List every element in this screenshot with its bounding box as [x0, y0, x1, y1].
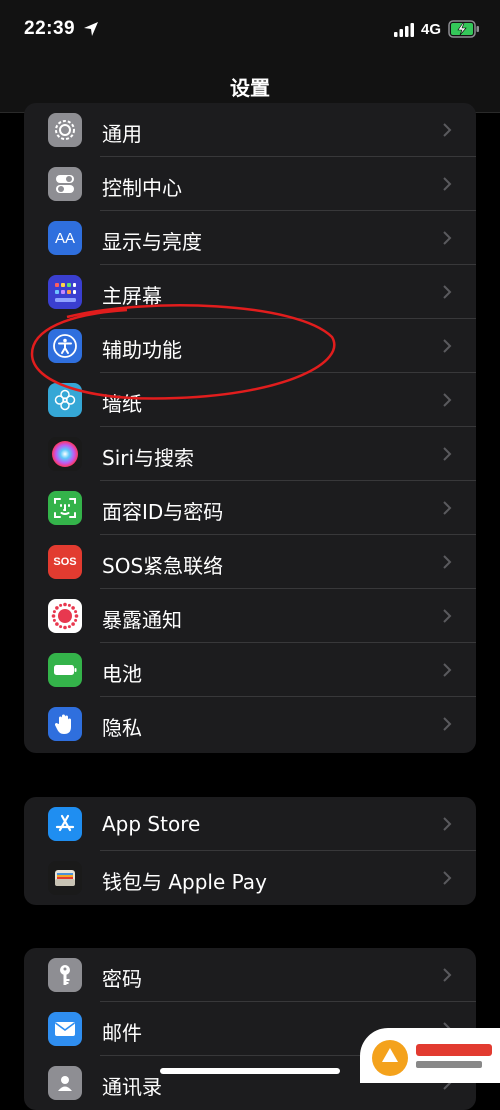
chevron-right-icon — [443, 123, 452, 137]
settings-group-store: App Store 钱包与 Apple Pay — [24, 797, 476, 905]
settings-row-wallpaper[interactable]: 墙纸 — [24, 373, 476, 427]
chevron-right-icon — [443, 817, 452, 831]
icon-glyph: SOS — [53, 556, 77, 568]
chevron-right-icon — [443, 555, 452, 569]
battery-charging-icon — [448, 20, 479, 38]
settings-row-label: 控制中心 — [102, 176, 182, 200]
chevron-right-icon — [443, 717, 452, 731]
settings-group-system: 通用 控制中心 AA 显示与亮度 主屏幕 辅助功能 墙纸 Siri与搜索 面容I… — [24, 103, 476, 753]
home-indicator[interactable] — [160, 1068, 340, 1074]
battery-icon — [48, 653, 82, 687]
settings-row-app-store[interactable]: App Store — [24, 797, 476, 851]
settings-row-exposure-notifications[interactable]: 暴露通知 — [24, 589, 476, 643]
settings-row-label: App Store — [102, 812, 201, 836]
settings-row-label: 邮件 — [102, 1021, 142, 1045]
sos-icon: SOS — [48, 545, 82, 579]
settings-row-label: 隐私 — [102, 716, 142, 740]
settings-row-label: 面容ID与密码 — [102, 500, 224, 524]
exposure-icon — [48, 599, 82, 633]
chevron-right-icon — [443, 447, 452, 461]
wallet-icon — [48, 861, 82, 895]
chevron-right-icon — [443, 968, 452, 982]
settings-row-accessibility[interactable]: 辅助功能 — [24, 319, 476, 373]
flower-icon — [48, 383, 82, 417]
settings-row-display-brightness[interactable]: AA 显示与亮度 — [24, 211, 476, 265]
chevron-right-icon — [443, 231, 452, 245]
status-time: 22:39 — [24, 18, 76, 39]
settings-row-label: 通讯录 — [102, 1075, 162, 1099]
settings-row-emergency-sos[interactable]: SOS SOS紧急联络 — [24, 535, 476, 589]
home-screen-grid-icon — [48, 275, 82, 309]
accessibility-icon — [48, 329, 82, 363]
chevron-right-icon — [443, 609, 452, 623]
siri-icon — [48, 437, 82, 471]
app-store-icon — [48, 807, 82, 841]
settings-row-privacy[interactable]: 隐私 — [24, 697, 476, 751]
chevron-right-icon — [443, 339, 452, 353]
chevron-right-icon — [443, 871, 452, 885]
settings-row-label: 辅助功能 — [102, 338, 182, 362]
settings-row-battery[interactable]: 电池 — [24, 643, 476, 697]
settings-row-general[interactable]: 通用 — [24, 103, 476, 157]
settings-row-control-center[interactable]: 控制中心 — [24, 157, 476, 211]
contacts-icon — [48, 1066, 82, 1100]
settings-row-home-screen[interactable]: 主屏幕 — [24, 265, 476, 319]
chevron-right-icon — [443, 177, 452, 191]
location-arrow-icon — [84, 22, 98, 36]
settings-row-label: 钱包与 Apple Pay — [102, 870, 267, 894]
settings-row-label: 密码 — [102, 967, 142, 991]
settings-row-label: SOS紧急联络 — [102, 554, 224, 578]
icon-glyph: AA — [54, 229, 75, 247]
settings-row-siri-search[interactable]: Siri与搜索 — [24, 427, 476, 481]
chevron-right-icon — [443, 663, 452, 677]
toggles-icon — [48, 167, 82, 201]
gear-icon — [48, 113, 82, 147]
hand-icon — [48, 707, 82, 741]
settings-row-wallet-apple-pay[interactable]: 钱包与 Apple Pay — [24, 851, 476, 905]
settings-row-label: 主屏幕 — [102, 284, 162, 308]
key-icon — [48, 958, 82, 992]
settings-row-face-id-passcode[interactable]: 面容ID与密码 — [24, 481, 476, 535]
face-id-icon — [48, 491, 82, 525]
text-size-icon: AA — [48, 221, 82, 255]
settings-row-passwords[interactable]: 密码 — [24, 948, 476, 1002]
chevron-right-icon — [443, 285, 452, 299]
watermark-logo — [360, 1028, 500, 1083]
chevron-right-icon — [443, 501, 452, 515]
network-type: 4G — [421, 21, 442, 38]
settings-row-label: 暴露通知 — [102, 608, 182, 632]
mail-icon — [48, 1012, 82, 1046]
page-title: 设置 — [230, 76, 270, 100]
chevron-right-icon — [443, 393, 452, 407]
settings-row-label: 墙纸 — [102, 392, 142, 416]
settings-row-label: 通用 — [102, 122, 142, 146]
settings-row-label: 显示与亮度 — [102, 230, 202, 254]
settings-row-label: Siri与搜索 — [102, 446, 195, 470]
settings-row-label: 电池 — [102, 662, 142, 686]
cellular-signal-icon — [394, 23, 414, 37]
